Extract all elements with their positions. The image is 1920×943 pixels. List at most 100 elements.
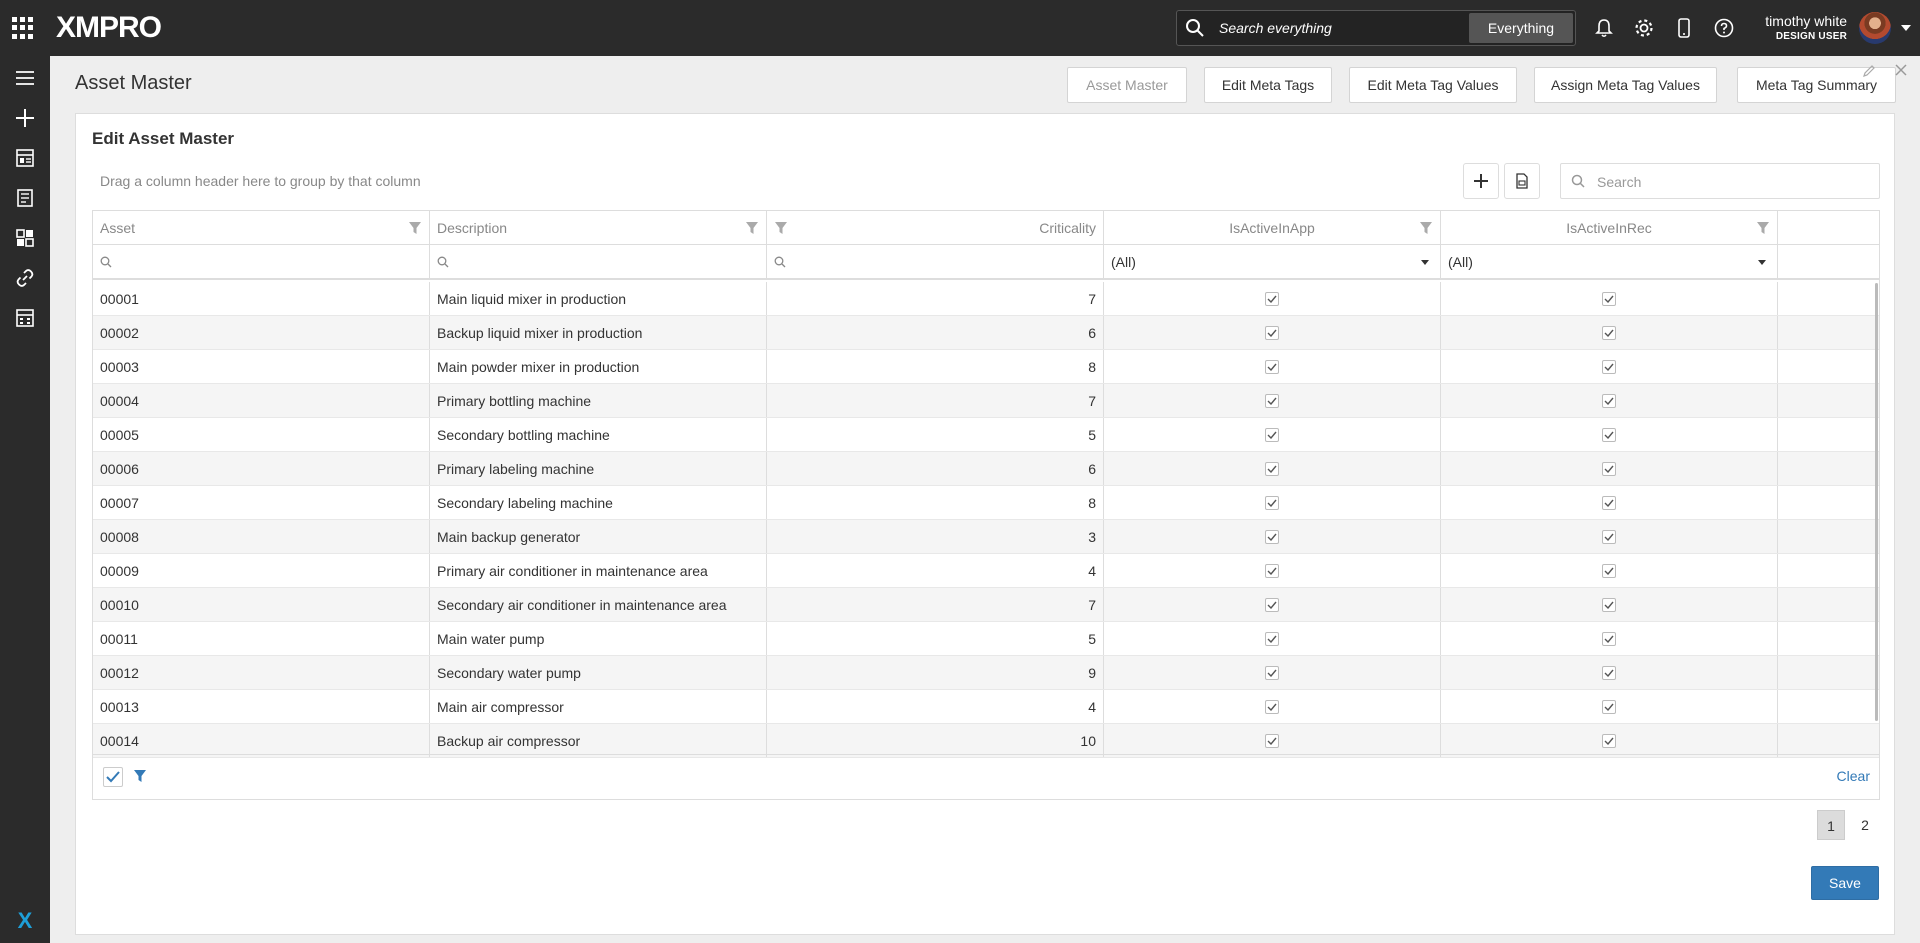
isactiveinrec-checkbox[interactable]	[1602, 495, 1616, 510]
cell-asset[interactable]: 00012	[93, 656, 430, 689]
gear-icon[interactable]	[1632, 16, 1656, 40]
isactiveinrec-checkbox[interactable]	[1602, 393, 1616, 408]
filter-icon[interactable]	[774, 221, 788, 238]
isactiveinapp-checkbox[interactable]	[1265, 495, 1279, 510]
cell-description[interactable]: Primary bottling machine	[430, 384, 767, 417]
xmpro-x-logo-icon[interactable]: X	[13, 909, 37, 933]
cell-asset[interactable]: 00008	[93, 520, 430, 553]
bell-icon[interactable]	[1592, 16, 1616, 40]
table-row[interactable]: 00005 Secondary bottling machine 5	[93, 418, 1879, 452]
cell-criticality[interactable]: 10	[767, 724, 1104, 757]
cell-criticality[interactable]: 9	[767, 656, 1104, 689]
table-row[interactable]: 00001 Main liquid mixer in production 7	[93, 282, 1879, 316]
filter-cell-criticality[interactable]	[767, 245, 1104, 278]
cell-asset[interactable]: 00010	[93, 588, 430, 621]
isactiveinapp-checkbox[interactable]	[1265, 461, 1279, 476]
plus-icon[interactable]	[13, 106, 37, 130]
cell-criticality[interactable]: 7	[767, 282, 1104, 315]
column-header-asset[interactable]: Asset	[93, 211, 430, 244]
menu-icon[interactable]	[13, 66, 37, 90]
cell-criticality[interactable]: 7	[767, 384, 1104, 417]
cell-asset[interactable]: 00011	[93, 622, 430, 655]
data-streams-icon[interactable]	[13, 226, 37, 250]
filter-select-isactiveinrec[interactable]: (All)	[1441, 245, 1778, 278]
vertical-scrollbar[interactable]	[1875, 283, 1878, 721]
cell-criticality[interactable]: 7	[767, 588, 1104, 621]
filter-enable-checkbox[interactable]	[103, 767, 123, 787]
isactiveinapp-checkbox[interactable]	[1265, 631, 1279, 646]
isactiveinrec-checkbox[interactable]	[1602, 291, 1616, 306]
cell-criticality[interactable]: 6	[767, 452, 1104, 485]
isactiveinapp-checkbox[interactable]	[1265, 597, 1279, 612]
isactiveinapp-checkbox[interactable]	[1265, 733, 1279, 748]
filter-cell-description[interactable]	[430, 245, 767, 278]
filter-icon[interactable]	[745, 221, 759, 238]
cell-asset[interactable]: 00014	[93, 724, 430, 757]
isactiveinapp-checkbox[interactable]	[1265, 529, 1279, 544]
isactiveinrec-checkbox[interactable]	[1602, 325, 1616, 340]
export-button[interactable]	[1504, 163, 1540, 199]
isactiveinapp-checkbox[interactable]	[1265, 291, 1279, 306]
isactiveinrec-checkbox[interactable]	[1602, 563, 1616, 578]
cell-asset[interactable]: 00013	[93, 690, 430, 723]
grid-search-field[interactable]: Search	[1560, 163, 1880, 199]
calculator-icon[interactable]	[13, 306, 37, 330]
pencil-icon[interactable]	[1862, 64, 1876, 83]
cell-description[interactable]: Backup air compressor	[430, 724, 767, 757]
cell-asset[interactable]: 00004	[93, 384, 430, 417]
cell-description[interactable]: Main powder mixer in production	[430, 350, 767, 383]
xmpro-logo[interactable]: XMPRO	[56, 12, 162, 44]
search-scope-button[interactable]: Everything	[1469, 13, 1573, 43]
isactiveinrec-checkbox[interactable]	[1602, 529, 1616, 544]
filter-icon[interactable]	[408, 221, 422, 238]
cell-description[interactable]: Secondary water pump	[430, 656, 767, 689]
app-designer-icon[interactable]	[13, 146, 37, 170]
save-button[interactable]: Save	[1811, 866, 1879, 900]
isactiveinrec-checkbox[interactable]	[1602, 631, 1616, 646]
nav-asset-master-button[interactable]: Asset Master	[1067, 67, 1187, 103]
cell-asset[interactable]: 00003	[93, 350, 430, 383]
filter-select-isactiveinapp[interactable]: (All)	[1104, 245, 1441, 278]
cell-description[interactable]: Backup liquid mixer in production	[430, 316, 767, 349]
nav-edit-meta-tag-values-button[interactable]: Edit Meta Tag Values	[1349, 67, 1517, 103]
close-icon[interactable]	[1894, 63, 1908, 82]
cell-asset[interactable]: 00006	[93, 452, 430, 485]
cell-description[interactable]: Main liquid mixer in production	[430, 282, 767, 315]
cell-description[interactable]: Main air compressor	[430, 690, 767, 723]
table-row[interactable]: 00009 Primary air conditioner in maintena…	[93, 554, 1879, 588]
table-row[interactable]: 00013 Main air compressor 4	[93, 690, 1879, 724]
isactiveinapp-checkbox[interactable]	[1265, 359, 1279, 374]
cell-description[interactable]: Secondary bottling machine	[430, 418, 767, 451]
table-row[interactable]: 00010 Secondary air conditioner in mainte…	[93, 588, 1879, 622]
column-header-criticality[interactable]: Criticality	[767, 211, 1104, 244]
cell-asset[interactable]: 00007	[93, 486, 430, 519]
table-row[interactable]: 00004 Primary bottling machine 7	[93, 384, 1879, 418]
filter-icon[interactable]	[133, 769, 147, 788]
cell-asset[interactable]: 00001	[93, 282, 430, 315]
cell-description[interactable]: Main water pump	[430, 622, 767, 655]
group-panel-hint[interactable]: Drag a column header here to group by th…	[100, 173, 421, 189]
table-row[interactable]: 00003 Main powder mixer in production 8	[93, 350, 1879, 384]
cell-criticality[interactable]: 4	[767, 554, 1104, 587]
isactiveinapp-checkbox[interactable]	[1265, 563, 1279, 578]
cell-asset[interactable]: 00009	[93, 554, 430, 587]
table-row[interactable]: 00006 Primary labeling machine 6	[93, 452, 1879, 486]
isactiveinrec-checkbox[interactable]	[1602, 699, 1616, 714]
cell-description[interactable]: Primary air conditioner in maintenance a…	[430, 554, 767, 587]
cell-criticality[interactable]: 5	[767, 418, 1104, 451]
isactiveinrec-checkbox[interactable]	[1602, 427, 1616, 442]
cell-asset[interactable]: 00002	[93, 316, 430, 349]
cell-description[interactable]: Primary labeling machine	[430, 452, 767, 485]
table-row[interactable]: 00002 Backup liquid mixer in production 6	[93, 316, 1879, 350]
cell-criticality[interactable]: 4	[767, 690, 1104, 723]
table-row[interactable]: 00014 Backup air compressor 10	[93, 724, 1879, 758]
filter-icon[interactable]	[1419, 221, 1433, 238]
cell-asset[interactable]: 00005	[93, 418, 430, 451]
table-row[interactable]: 00008 Main backup generator 3	[93, 520, 1879, 554]
isactiveinapp-checkbox[interactable]	[1265, 665, 1279, 680]
table-row[interactable]: 00007 Secondary labeling machine 8	[93, 486, 1879, 520]
cell-criticality[interactable]: 3	[767, 520, 1104, 553]
filter-icon[interactable]	[1756, 221, 1770, 238]
isactiveinrec-checkbox[interactable]	[1602, 665, 1616, 680]
page-button-1[interactable]: 1	[1817, 810, 1845, 840]
